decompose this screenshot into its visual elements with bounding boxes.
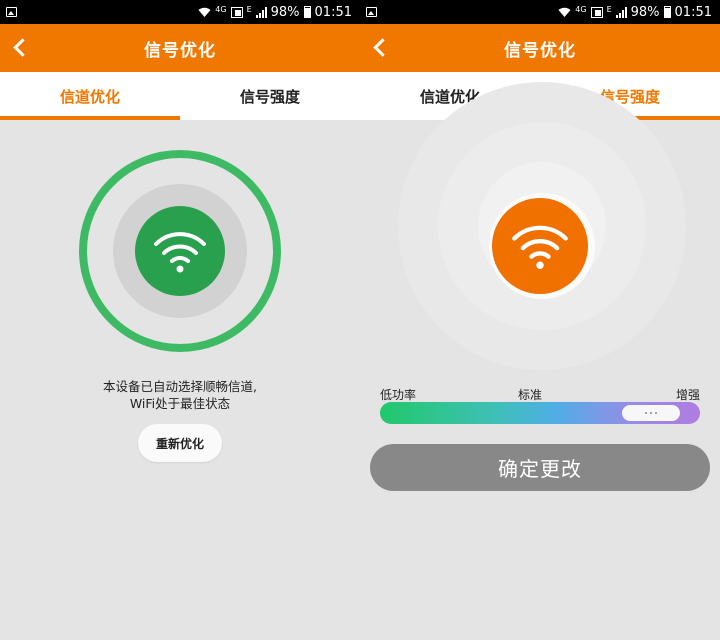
status-line-1: 本设备已自动选择顺畅信道,: [103, 379, 257, 394]
optimization-status-text: 本设备已自动选择顺畅信道, WiFi处于最佳状态: [0, 378, 360, 412]
network-4g-label: 4G: [215, 4, 227, 14]
sim-signal-icon: [230, 6, 243, 18]
wifi-status-icon: [558, 7, 571, 17]
status-bar: 4G E 98% 01:51: [360, 0, 720, 24]
wifi-icon: [154, 232, 206, 273]
wifi-strength-badge: [492, 198, 588, 294]
power-high-label: 增强: [675, 388, 700, 402]
power-slider-handle[interactable]: [622, 405, 680, 421]
wifi-icon: [512, 225, 568, 270]
tab-bar: 信道优化 信号强度: [0, 72, 360, 120]
battery-level: 98%: [630, 4, 660, 20]
grip-dots-icon: [645, 412, 657, 414]
page-title: 信号优化: [504, 40, 576, 61]
wifi-status-badge: [135, 206, 225, 296]
network-e-label: E: [606, 4, 612, 14]
page-title: 信号优化: [144, 40, 216, 61]
image-notification-icon: [6, 7, 17, 17]
signal-strength-screen: 4G E 98% 01:51 信号优化 信道优化 信号强度 低功率 标准 增强 …: [360, 0, 720, 640]
power-standard-label: 标准: [517, 388, 543, 402]
clock: 01:51: [314, 4, 352, 20]
image-notification-icon: [366, 7, 377, 17]
back-chevron-left-icon[interactable]: [370, 36, 394, 60]
cell-signal-icon: [255, 6, 267, 18]
power-low-label: 低功率: [380, 388, 417, 402]
status-line-2: WiFi处于最佳状态: [129, 396, 231, 411]
clock: 01:51: [674, 4, 712, 20]
tab-signal-strength[interactable]: 信号强度: [180, 72, 360, 120]
network-4g-label: 4G: [575, 4, 587, 14]
app-header: 信号优化: [0, 24, 360, 72]
status-bar: 4G E 98% 01:51: [0, 0, 360, 24]
confirm-change-button[interactable]: 确定更改: [370, 444, 710, 491]
network-e-label: E: [246, 4, 252, 14]
app-header: 信号优化: [360, 24, 720, 72]
back-chevron-left-icon[interactable]: [10, 36, 34, 60]
battery-level: 98%: [270, 4, 300, 20]
wifi-status-icon: [198, 7, 211, 17]
reoptimize-button[interactable]: 重新优化: [138, 424, 222, 462]
battery-icon: [303, 6, 311, 18]
battery-icon: [663, 6, 671, 18]
power-level-labels: 低功率 标准 增强: [380, 386, 700, 402]
cell-signal-icon: [615, 6, 627, 18]
channel-optimization-screen: 4G E 98% 01:51 信号优化 信道优化 信号强度 本设备已自动选择顺畅…: [0, 0, 360, 640]
sim-signal-icon: [590, 6, 603, 18]
tab-channel-optimization[interactable]: 信道优化: [0, 72, 180, 120]
